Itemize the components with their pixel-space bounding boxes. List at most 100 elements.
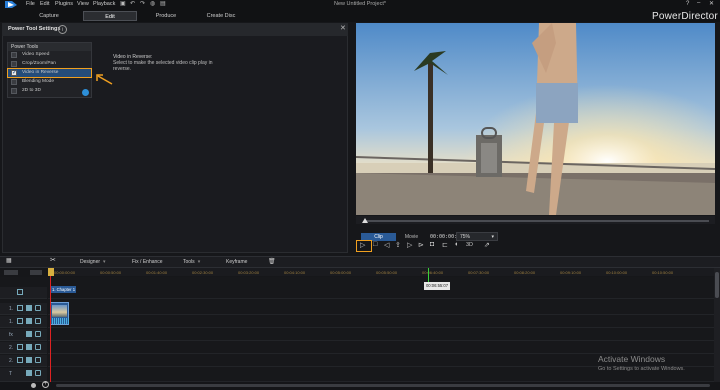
checkbox[interactable]: [11, 88, 17, 94]
tools-menu[interactable]: Tools ▾: [183, 258, 200, 266]
help-icon[interactable]: ?: [686, 1, 689, 7]
enable-checkbox[interactable]: [26, 344, 32, 350]
menu-view[interactable]: View: [77, 1, 89, 7]
volume-icon[interactable]: ◖: [454, 241, 458, 248]
preview-frame: [356, 23, 715, 215]
delete-icon[interactable]: 🗑: [268, 258, 276, 266]
audio-track-1[interactable]: [48, 316, 714, 328]
checkbox[interactable]: [11, 61, 17, 67]
minimize-icon[interactable]: –: [697, 0, 700, 6]
tab-capture[interactable]: Capture: [22, 11, 76, 21]
snapshot-icon[interactable]: ⇪: [395, 241, 401, 249]
split-icon[interactable]: ✂: [50, 257, 56, 265]
lock-icon[interactable]: [35, 357, 41, 363]
enable-checkbox[interactable]: [26, 357, 32, 363]
designer-menu[interactable]: Designer ▾: [80, 258, 106, 266]
tool-blending-mode[interactable]: Blending Mode: [8, 78, 91, 86]
enable-checkbox[interactable]: [26, 318, 32, 324]
menu-edit[interactable]: Edit: [40, 1, 49, 7]
menu-playback[interactable]: Playback: [93, 1, 115, 7]
ruler-tick: 00:09:10:00: [560, 270, 582, 275]
chapter-track-header: [0, 287, 47, 299]
3d-mode-button[interactable]: 3D: [466, 242, 473, 248]
video-track-1[interactable]: [48, 303, 714, 315]
info-icon[interactable]: i: [58, 25, 67, 34]
zoom-in-icon[interactable]: +: [42, 381, 49, 388]
zoom-slider-handle[interactable]: [31, 383, 36, 388]
enable-checkbox[interactable]: [26, 331, 32, 337]
fix-enhance-button[interactable]: Fix / Enhance: [132, 258, 163, 266]
brand-logo: PowerDirector: [652, 11, 718, 22]
tab-create-disc[interactable]: Create Disc: [194, 11, 248, 21]
checkbox[interactable]: [11, 52, 17, 58]
stop-icon[interactable]: □: [373, 241, 377, 248]
vertical-scroll-thumb[interactable]: [715, 272, 719, 298]
user-icon[interactable]: ◍: [150, 0, 155, 7]
premium-badge-icon: [82, 89, 89, 96]
power-tools-header: Power Tools: [8, 43, 91, 51]
track-number: fx: [9, 332, 13, 338]
in-point-icon[interactable]: ⊏: [442, 241, 448, 249]
track-header: T: [0, 368, 47, 382]
ruler-tick: 00:07:30:00: [468, 270, 490, 275]
zoom-select[interactable]: 75% ▾: [456, 232, 498, 241]
scrub-handle[interactable]: [362, 218, 368, 223]
play-icon[interactable]: ▷: [360, 241, 365, 249]
track-header: 1.: [0, 316, 47, 328]
track-number: 1.: [9, 306, 14, 312]
scrub-track[interactable]: [364, 220, 709, 222]
playhead-line: [50, 276, 51, 384]
movie-mode-button[interactable]: Movie: [399, 233, 424, 241]
ruler-tick: 00:08:20:00: [514, 270, 536, 275]
ruler-tick: 00:04:10:00: [284, 270, 306, 275]
track-manager-icon[interactable]: ▦: [6, 257, 12, 265]
chapter-marker[interactable]: 1. Chapter 1: [50, 286, 76, 293]
menu-file[interactable]: File: [26, 1, 35, 7]
app-logo-icon: [3, 0, 19, 9]
enable-checkbox[interactable]: [26, 370, 32, 376]
tab-produce[interactable]: Produce: [139, 11, 193, 21]
video-track-2[interactable]: [48, 342, 714, 354]
undock-icon[interactable]: ⇗: [484, 241, 490, 249]
tool-video-speed[interactable]: Video Speed: [8, 51, 91, 59]
lock-icon[interactable]: [35, 344, 41, 350]
menu-plugins[interactable]: Plugins: [55, 1, 73, 7]
save-icon[interactable]: ▣: [120, 0, 126, 7]
fast-forward-icon[interactable]: ⊳: [418, 241, 424, 249]
tab-edit[interactable]: Edit: [83, 11, 137, 21]
chevron-down-icon: ▾: [491, 234, 494, 240]
tool-2d-to-3d[interactable]: 2D to 3D: [8, 87, 91, 95]
notification-icon[interactable]: ▤: [160, 0, 166, 7]
timeline-zoom-out[interactable]: [4, 270, 18, 275]
enable-checkbox[interactable]: [26, 305, 32, 311]
lock-icon[interactable]: [35, 318, 41, 324]
panel-title: Power Tool Settings: [8, 26, 61, 32]
camera-icon[interactable]: ◘: [430, 241, 434, 248]
effect-track[interactable]: [48, 329, 714, 341]
lock-icon[interactable]: [35, 305, 41, 311]
playhead-handle[interactable]: [48, 268, 54, 276]
ruler-tick: 00:06:40:00: [422, 270, 444, 275]
tool-crop-zoom-pan[interactable]: Crop/Zoom/Pan: [8, 60, 91, 68]
tool-label: Blending Mode: [22, 79, 55, 84]
previous-frame-icon[interactable]: ◁: [384, 241, 389, 249]
undo-icon[interactable]: ↶: [130, 0, 135, 7]
next-frame-icon[interactable]: ▷: [407, 241, 412, 249]
chapter-track[interactable]: [48, 287, 714, 299]
highlight-box: [7, 68, 92, 78]
preview-window[interactable]: [356, 23, 715, 215]
redo-icon[interactable]: ↷: [140, 0, 145, 7]
track-header: 2.: [0, 355, 47, 367]
close-icon[interactable]: ✕: [709, 0, 714, 7]
horizontal-scroll-thumb[interactable]: [56, 384, 710, 387]
checkbox[interactable]: [11, 79, 17, 85]
ruler-tick: 00:01:40:00: [146, 270, 168, 275]
panel-close-icon[interactable]: ✕: [340, 24, 346, 32]
timeline-zoom-in[interactable]: [30, 270, 42, 275]
clip-thumbnail: [52, 305, 67, 317]
lock-icon[interactable]: [35, 331, 41, 337]
lock-icon[interactable]: [17, 289, 23, 295]
lock-icon[interactable]: [35, 370, 41, 376]
track-header: fx: [0, 329, 47, 341]
keyframe-button[interactable]: Keyframe: [226, 258, 247, 266]
